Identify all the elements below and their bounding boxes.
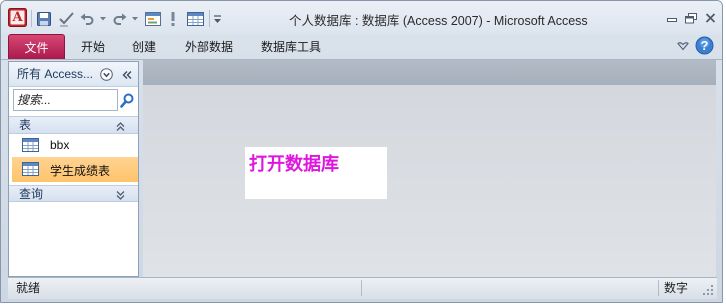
- status-text: 就绪: [16, 281, 41, 295]
- form-icon[interactable]: [145, 10, 161, 27]
- nav-pane-collapse-icon[interactable]: [122, 69, 132, 79]
- run-icon[interactable]: [169, 10, 177, 27]
- edit-icon[interactable]: [58, 10, 75, 27]
- tab-database-tools[interactable]: 数据库工具: [257, 34, 325, 60]
- document-area: 打开数据库: [143, 85, 716, 277]
- form-label-box: 打开数据库: [245, 147, 387, 199]
- status-separator: [658, 280, 659, 296]
- nav-item-label: 学生成绩表: [50, 164, 111, 178]
- restore-icon[interactable]: [683, 11, 699, 25]
- status-bar: 就绪 数字: [8, 277, 717, 299]
- toolbar-separator: [209, 10, 210, 27]
- nav-search-input[interactable]: [13, 89, 118, 111]
- redo-icon[interactable]: [112, 10, 127, 27]
- access-window: A 个人数据库 : 数据库 (Access 2007) - Microsoft …: [0, 0, 723, 303]
- undo-icon[interactable]: [80, 10, 95, 27]
- tab-create[interactable]: 创建: [128, 34, 160, 60]
- minimize-icon[interactable]: [664, 11, 680, 25]
- nav-item-label: bbx: [50, 138, 70, 152]
- nav-pane-title: 所有 Access...: [17, 67, 94, 81]
- resize-grip-icon[interactable]: [703, 285, 714, 296]
- help-icon[interactable]: ?: [695, 36, 714, 55]
- nav-group-queries[interactable]: 查询: [9, 185, 138, 202]
- nav-pane-header[interactable]: 所有 Access...: [9, 62, 138, 87]
- status-separator: [361, 280, 362, 296]
- nav-item-student-scores[interactable]: 学生成绩表: [12, 157, 138, 182]
- table-icon: [22, 162, 39, 176]
- num-lock-indicator: 数字: [664, 281, 689, 295]
- app-icon-letter: A: [12, 10, 23, 25]
- redo-dropdown-icon[interactable]: [131, 10, 138, 27]
- nav-group-label: 表: [19, 118, 32, 132]
- nav-item-bbx[interactable]: bbx: [9, 136, 138, 155]
- help-glyph: ?: [700, 38, 709, 53]
- table-icon: [22, 138, 39, 152]
- toolbar-separator: [31, 10, 32, 27]
- nav-group-label: 查询: [19, 187, 44, 201]
- collapse-group-icon[interactable]: [116, 120, 125, 131]
- tab-external-data[interactable]: 外部数据: [181, 34, 237, 60]
- open-database-label: 打开数据库: [249, 154, 339, 175]
- table-icon[interactable]: [187, 10, 204, 27]
- document-tab-bar: [143, 60, 716, 85]
- customize-icon[interactable]: [213, 10, 222, 27]
- close-icon[interactable]: [702, 11, 718, 25]
- nav-group-tables[interactable]: 表: [9, 116, 138, 134]
- nav-pane-dropdown-icon[interactable]: [100, 68, 113, 81]
- window-title: 个人数据库 : 数据库 (Access 2007) - Microsoft Ac…: [289, 14, 588, 28]
- ribbon-minimize-chevron-icon[interactable]: [677, 40, 689, 51]
- tab-file[interactable]: 文件: [8, 34, 65, 60]
- save-icon[interactable]: [36, 10, 52, 27]
- access-app-icon[interactable]: A: [8, 8, 27, 27]
- search-icon[interactable]: [120, 93, 134, 108]
- undo-dropdown-icon[interactable]: [99, 10, 106, 27]
- navigation-pane: 所有 Access... 表 bbx: [8, 61, 139, 277]
- expand-group-icon[interactable]: [116, 189, 125, 200]
- tab-home[interactable]: 开始: [77, 34, 109, 60]
- title-bar: A 个人数据库 : 数据库 (Access 2007) - Microsoft …: [1, 1, 722, 34]
